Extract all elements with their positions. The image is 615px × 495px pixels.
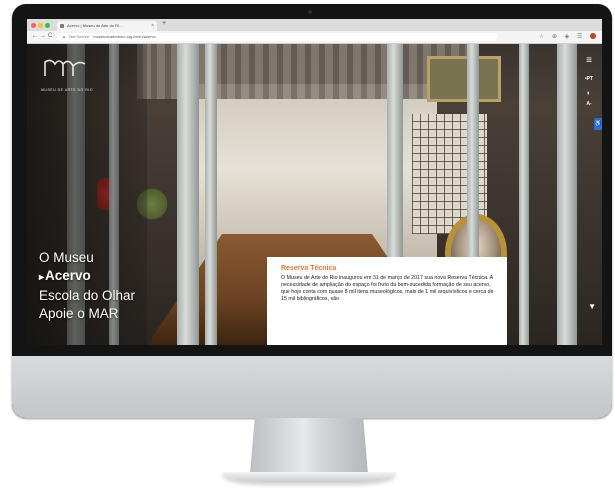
browser-tab-bar: Acervo | Museu de Arte do Ri… × +: [27, 19, 602, 31]
monitor-stand-base: [222, 472, 396, 482]
accessibility-icon[interactable]: ♿: [594, 118, 602, 130]
nav-item-apoie-o-mar[interactable]: Apoie o MAR: [39, 305, 135, 323]
toolbar-icons[interactable]: ☆ ⊕ ◈ ☰: [539, 34, 585, 40]
new-tab-button[interactable]: +: [162, 20, 166, 27]
browser-toolbar: ← → C ▲ Not Secure museudeartedorio.org.…: [27, 31, 602, 44]
minimize-window-button[interactable]: [38, 23, 43, 28]
nav-item-acervo[interactable]: Acervo: [39, 267, 135, 287]
contrast-toggle-icon[interactable]: ◐: [580, 90, 598, 97]
language-selector[interactable]: •PT: [580, 76, 598, 82]
monitor-chin: [12, 356, 612, 418]
page-viewport: MUSEU DE ARTE DO RIO O Museu Acervo Esco…: [27, 44, 602, 345]
storage-rack: [557, 44, 577, 345]
camera-dot: [308, 10, 312, 14]
scroll-down-icon[interactable]: ▼: [588, 302, 596, 311]
warning-icon: ▲: [62, 34, 66, 39]
hamburger-menu-icon[interactable]: ≡: [580, 56, 598, 66]
address-bar[interactable]: ▲ Not Secure museudeartedorio.org.br/en/…: [57, 33, 497, 41]
reload-button[interactable]: C: [48, 33, 52, 39]
nav-item-escola-do-olhar[interactable]: Escola do Olhar: [39, 287, 135, 305]
screen: Acervo | Museu de Arte do Ri… × + ← → C …: [27, 19, 602, 345]
painting-image: [427, 56, 501, 102]
profile-avatar-icon[interactable]: [590, 33, 596, 40]
monitor-stand-neck: [250, 418, 368, 474]
logo-subtitle: MUSEU DE ARTE DO RIO: [41, 88, 93, 92]
monitor-frame: Acervo | Museu de Arte do Ri… × + ← → C …: [12, 4, 612, 418]
card-body-text: O Museu de Arte do Rio inaugurou em 31 d…: [281, 275, 494, 302]
mar-logo-icon: [44, 59, 86, 76]
storage-rack: [177, 44, 199, 345]
font-size-button[interactable]: A-: [580, 101, 598, 107]
close-window-button[interactable]: [31, 23, 36, 28]
nav-item-o-museu[interactable]: O Museu: [39, 249, 135, 267]
card-title: Reserva Técnica: [281, 265, 337, 272]
not-secure-label: Not Secure: [69, 34, 90, 39]
maximize-window-button[interactable]: [45, 23, 50, 28]
storage-rack: [205, 44, 217, 345]
storage-rack: [519, 44, 529, 345]
browser-tab-acervo[interactable]: Acervo | Museu de Arte do Ri… ×: [57, 21, 157, 31]
url-text: museudeartedorio.org.br/en/acervo: [93, 34, 156, 39]
tab-title: Acervo | Museu de Arte do Ri…: [67, 23, 123, 28]
close-tab-icon[interactable]: ×: [151, 21, 154, 31]
reserva-tecnica-card: Reserva Técnica O Museu de Arte do Rio i…: [267, 257, 507, 345]
favicon-icon: [60, 24, 64, 28]
back-button[interactable]: ←: [32, 33, 38, 39]
forward-button[interactable]: →: [40, 33, 46, 39]
right-control-bar: ≡ •PT ◐ A-: [580, 56, 598, 108]
main-navigation: O Museu Acervo Escola do Olhar Apoie o M…: [39, 249, 135, 323]
extension-icons[interactable]: ☆ ⊕ ◈ ☰: [539, 33, 596, 40]
